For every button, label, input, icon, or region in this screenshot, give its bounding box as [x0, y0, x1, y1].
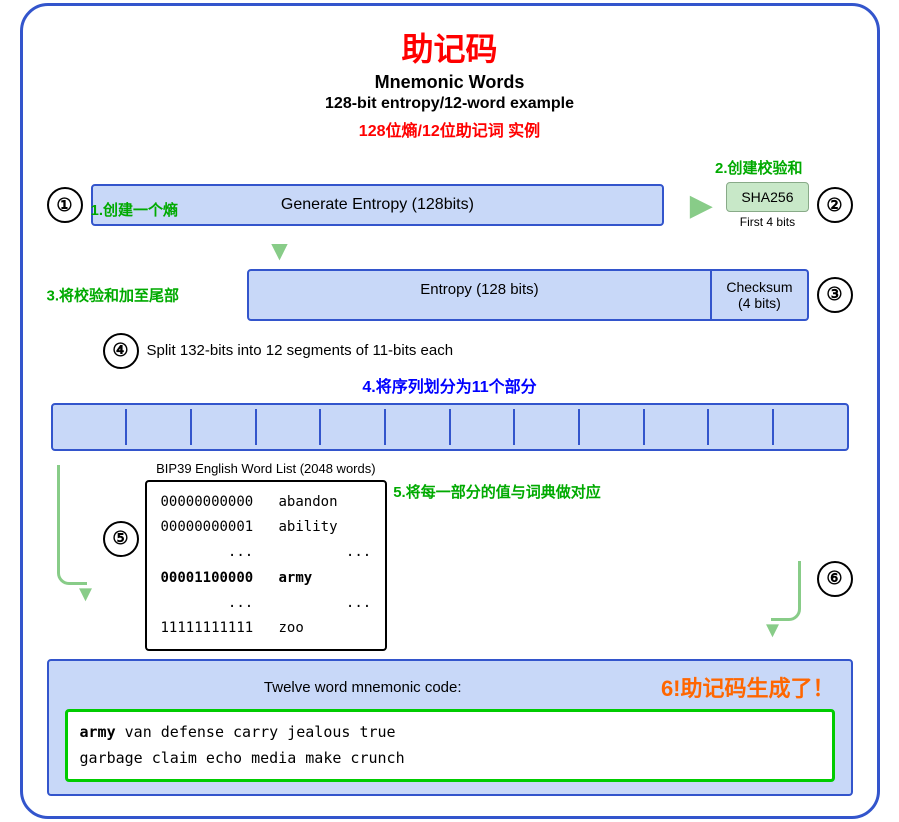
- mnemonic-outer-box: Twelve word mnemonic code: 6!助记码生成了！ arm…: [47, 659, 853, 796]
- split-label-row: ④ Split 132-bits into 12 segments of 11-…: [103, 333, 853, 369]
- wordlist-row-1: 00000000001 ability: [161, 515, 372, 540]
- wordlist-row-0: 00000000000 abandon: [161, 490, 372, 515]
- step4-circle: ④: [103, 333, 139, 369]
- mnemonic-bold-army: army: [80, 723, 116, 741]
- step1-circle: ①: [47, 187, 83, 223]
- wordlist-area: BIP39 English Word List (2048 words) 000…: [145, 461, 388, 651]
- title-english: Mnemonic Words: [47, 72, 853, 93]
- step5-chinese-label: 5.将每一部分的值与词典做对应: [393, 461, 754, 502]
- twelve-word-label: Twelve word mnemonic code:: [65, 679, 661, 696]
- mnemonic-line1: army van defense carry jealous true: [80, 720, 820, 746]
- row4-wrapper: ▼ ⑤ BIP39 English Word List (2048 words)…: [47, 461, 853, 651]
- sha256-box: SHA256: [726, 182, 808, 212]
- subtitle-english: 128-bit entropy/12-word example: [47, 95, 853, 113]
- row1-wrapper: 2.创建校验和 ① Generate Entropy (128bits) ▶ S…: [47, 157, 853, 229]
- step2-circle: ②: [817, 187, 853, 223]
- mnemonic-label-row: Twelve word mnemonic code: 6!助记码生成了！: [65, 671, 835, 703]
- split-description: Split 132-bits into 12 segments of 11-bi…: [147, 342, 454, 359]
- row2-wrapper: 3.将校验和加至尾部 Entropy (128 bits) Checksum (…: [47, 269, 853, 321]
- wordlist-row-army: 00001100000 army: [161, 566, 372, 591]
- main-container: 助记码 Mnemonic Words 128-bit entropy/12-wo…: [20, 3, 880, 819]
- step1-label: 1.创建一个熵: [91, 199, 179, 220]
- step5-circle: ⑤: [103, 521, 139, 557]
- first4bits-label: First 4 bits: [740, 215, 795, 229]
- step2-label: 2.创建校验和: [47, 157, 803, 178]
- bip39-label: BIP39 English Word List (2048 words): [145, 461, 388, 476]
- row5-wrapper: Twelve word mnemonic code: 6!助记码生成了！ arm…: [47, 659, 853, 796]
- row3-wrapper: ④ Split 132-bits into 12 segments of 11-…: [47, 333, 853, 451]
- title-chinese: 助记码: [47, 24, 853, 70]
- step6-circle: ⑥: [817, 561, 853, 597]
- right-arrow-from-wordlist: ▼: [761, 461, 811, 643]
- mnemonic-line2: garbage claim echo media make crunch: [80, 746, 820, 772]
- subtitle-chinese: 128位熵/12位助记词 实例: [47, 117, 853, 141]
- wordlist-row-dots2: ... ...: [161, 591, 372, 616]
- checksum-label: Checksum: [726, 279, 792, 295]
- down-arrow-1: ▼: [47, 235, 853, 267]
- step5-area: ⑤: [103, 461, 139, 557]
- step6-label: 6!助记码生成了！: [661, 671, 835, 703]
- wordlist-row-dots1: ... ...: [161, 540, 372, 565]
- sha256-area: SHA256 First 4 bits: [726, 182, 808, 229]
- step4-chinese-label: 4.将序列划分为11个部分: [47, 373, 853, 397]
- checksum-box: Checksum (4 bits): [712, 269, 808, 321]
- bit-segments-box: [51, 403, 849, 451]
- step6-circle-area: ⑥: [817, 461, 853, 597]
- step3-circle: ③: [817, 277, 853, 313]
- wordlist-row-zoo: 11111111111 zoo: [161, 616, 372, 641]
- checksum-bits-label: (4 bits): [738, 295, 781, 311]
- wordlist-box: 00000000000 abandon 00000000001 ability …: [145, 480, 388, 651]
- step3-label: 3.将校验和加至尾部: [47, 284, 180, 305]
- mnemonic-code-box: army van defense carry jealous true garb…: [65, 709, 835, 782]
- arrow-to-sha: ▶: [676, 188, 726, 223]
- entropy-128-box: Entropy (128 bits): [247, 269, 713, 321]
- left-down-arrow: ▼: [47, 461, 97, 607]
- row2-inner: Entropy (128 bits) Checksum (4 bits) ③: [247, 269, 853, 321]
